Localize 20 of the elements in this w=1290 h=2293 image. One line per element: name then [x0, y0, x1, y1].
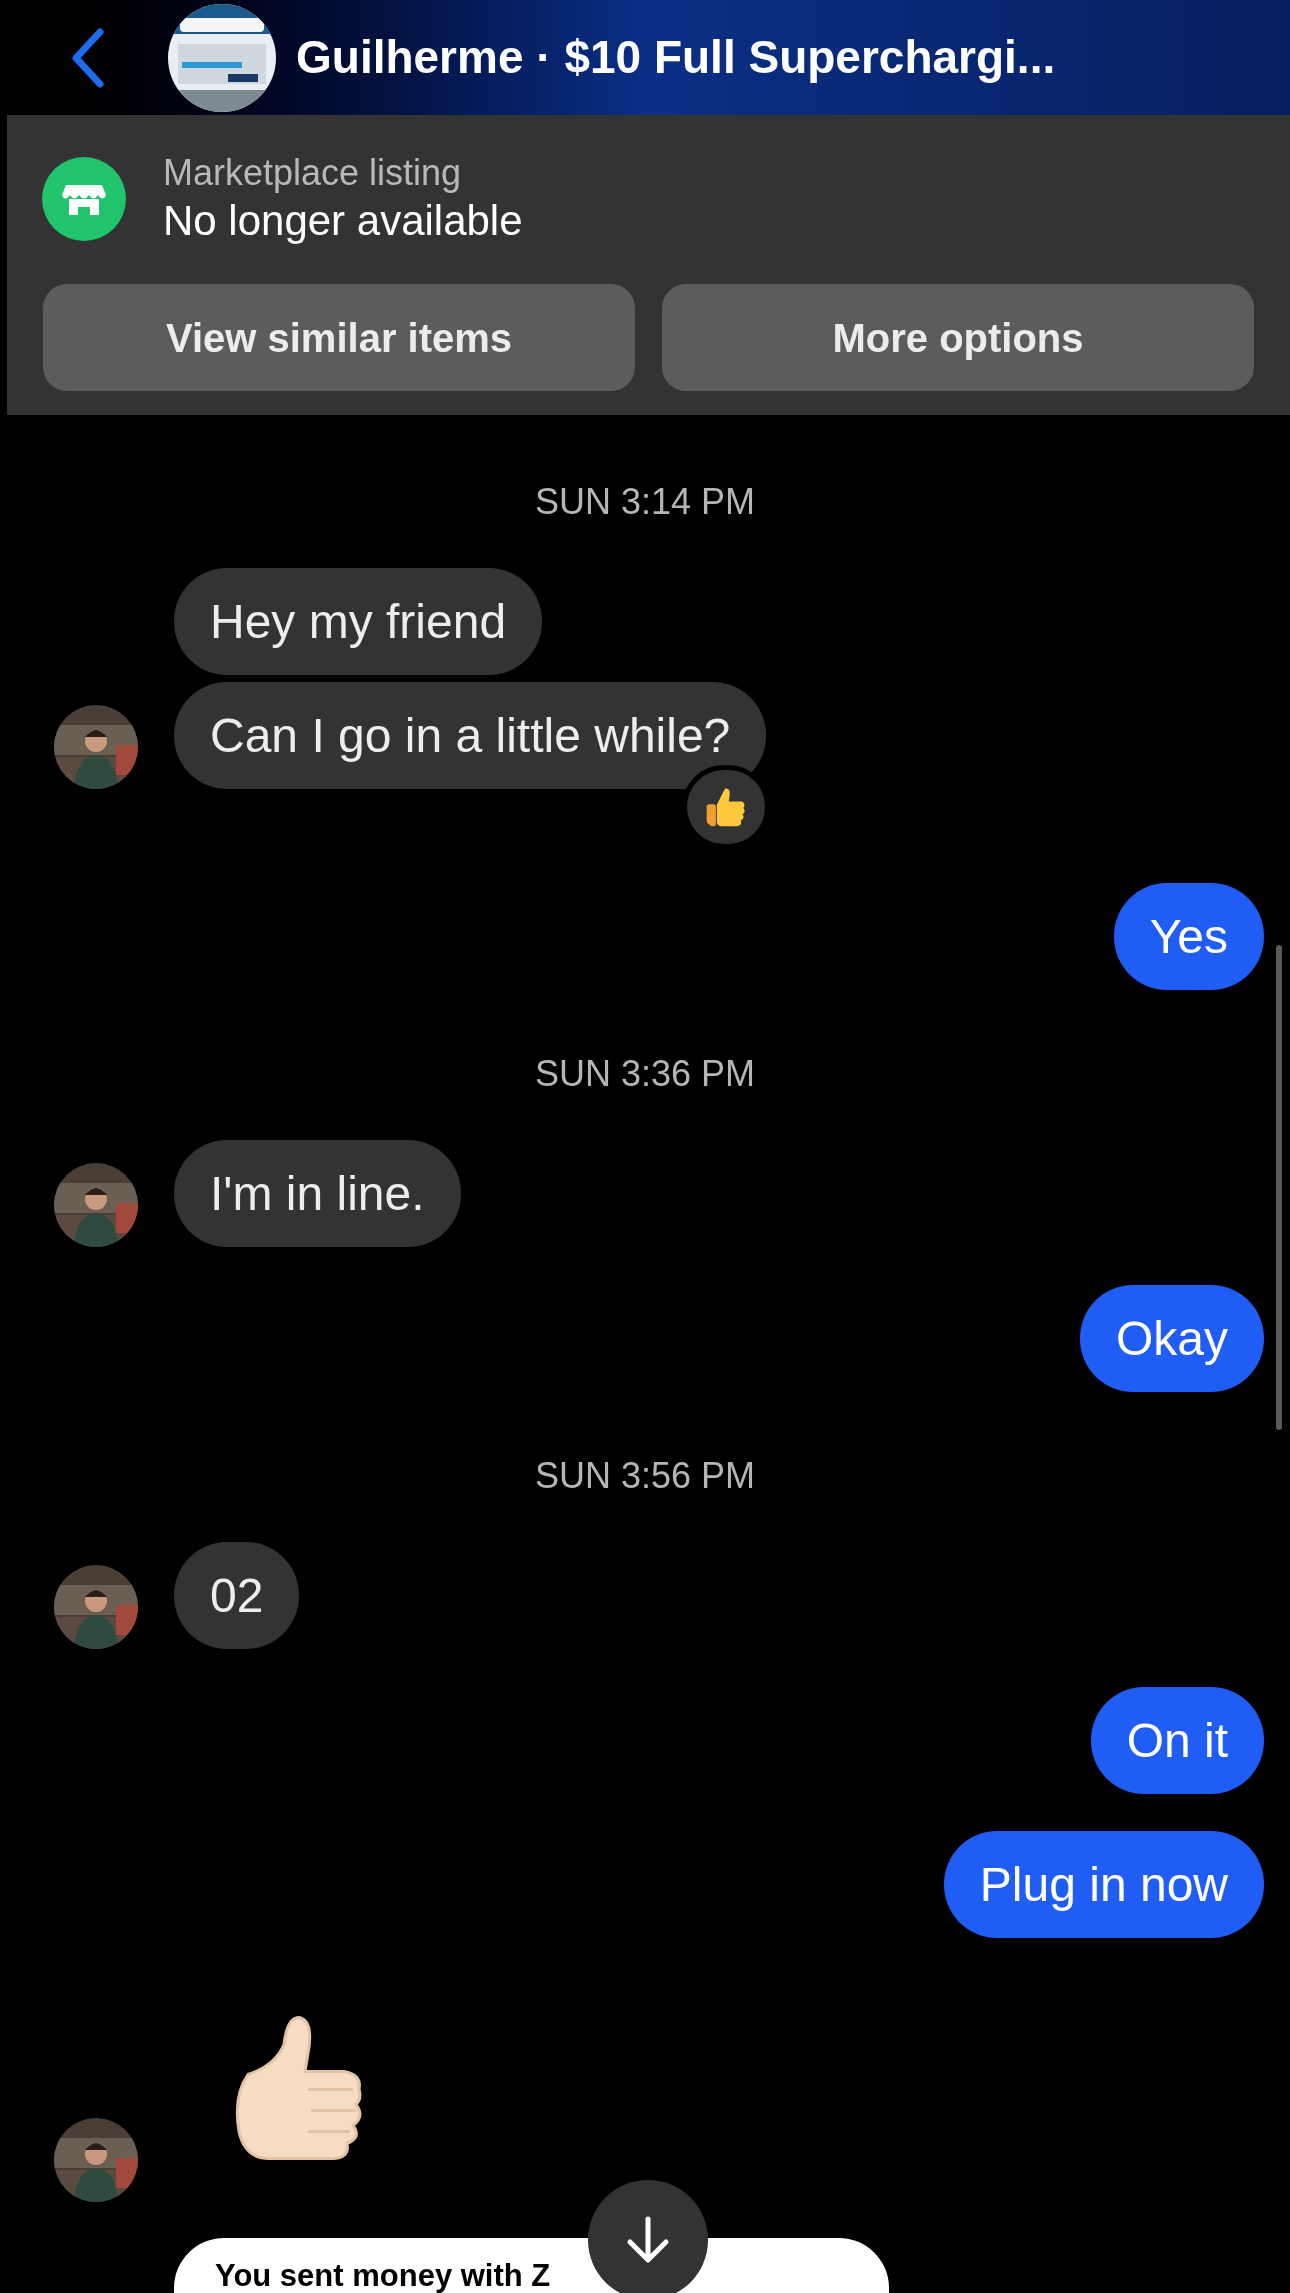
- chat-title: Guilherme · $10 Full Superchargi...: [296, 30, 1056, 85]
- back-icon[interactable]: [70, 27, 106, 88]
- payment-text: You sent money with Z: [215, 2258, 552, 2293]
- timestamp: SUN 3:36 PM: [534, 1052, 756, 1096]
- message-bubble: Plug in now: [943, 1831, 1264, 1938]
- message-bubble: Okay: [1079, 1285, 1264, 1392]
- message-bubble: I'm in line.: [174, 1140, 461, 1247]
- message-bubble: Can I go in a little while?: [174, 682, 767, 789]
- message-bubble: 02: [174, 1542, 300, 1649]
- listing-status: No longer available: [163, 196, 523, 246]
- message-bubble: Hey my friend: [174, 568, 543, 675]
- arrow-down-icon: [626, 2215, 670, 2265]
- listing-label: Marketplace listing: [163, 151, 463, 195]
- timestamp: SUN 3:14 PM: [534, 480, 756, 524]
- message-bubble: On it: [1090, 1687, 1264, 1794]
- timestamp: SUN 3:56 PM: [534, 1454, 756, 1498]
- listing-button[interactable]: View similar items: [43, 284, 635, 391]
- store-icon: [42, 157, 126, 241]
- message-bubble: Yes: [1113, 883, 1264, 990]
- listing-button[interactable]: More options: [662, 284, 1254, 391]
